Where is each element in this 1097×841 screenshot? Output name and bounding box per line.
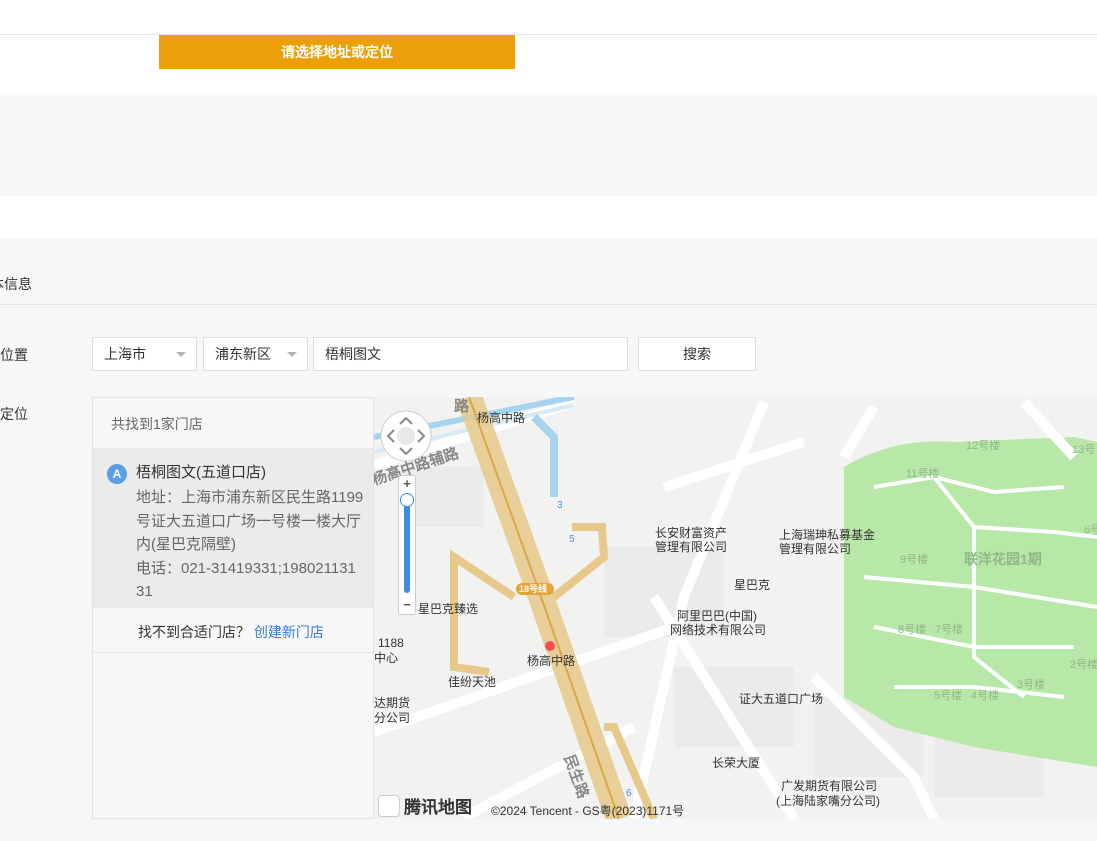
svg-text:星巴克臻选: 星巴克臻选 <box>418 602 478 616</box>
zoom-handle[interactable] <box>400 493 414 507</box>
store-details: 地址：上海市浦东新区民生路1199号证大五道口广场一号楼一楼大厅内(星巴克隔壁)… <box>136 486 364 604</box>
svg-text:11号楼: 11号楼 <box>906 466 939 480</box>
svg-text:分公司: 分公司 <box>374 711 410 725</box>
svg-text:3: 3 <box>557 500 563 511</box>
map-copyright: ©2024 Tencent - GS粤(2023)1171号 <box>491 804 685 818</box>
svg-text:佳纷天池: 佳纷天池 <box>448 675 496 689</box>
store-phone: 电话：021-31419331;19802113131 <box>136 559 356 601</box>
svg-text:阿里巴巴(中国): 阿里巴巴(中国) <box>677 608 757 623</box>
svg-text:18号线: 18号线 <box>519 583 547 594</box>
svg-text:网络技术有限公司: 网络技术有限公司 <box>670 622 766 637</box>
map-canvas[interactable]: 路 杨高中路 杨高中路辅路 18号线 长安财富资产 管理有限公司 上海瑞珅私募基… <box>374 397 1097 819</box>
svg-text:12号楼: 12号楼 <box>966 438 1000 452</box>
not-found-text: 找不到合适门店？ 创建新门店 <box>138 624 324 640</box>
svg-text:13号: 13号 <box>1072 443 1095 456</box>
svg-text:4号楼: 4号楼 <box>971 688 999 702</box>
svg-text:8号楼: 8号楼 <box>898 622 926 636</box>
svg-text:中心: 中心 <box>374 650 398 665</box>
svg-text:管理有限公司: 管理有限公司 <box>779 541 851 556</box>
svg-text:3号楼: 3号楼 <box>1017 677 1045 691</box>
info-band <box>0 94 1097 196</box>
zoom-slider[interactable]: + − <box>398 475 416 615</box>
results-count: 共找到1家门店 <box>111 416 203 432</box>
zoom-in-button[interactable]: + <box>401 476 413 491</box>
map-drawing: 路 杨高中路 杨高中路辅路 18号线 长安财富资产 管理有限公司 上海瑞珅私募基… <box>374 397 1097 819</box>
search-button[interactable]: 搜索 <box>638 337 756 371</box>
svg-text:上海瑞珅私募基金: 上海瑞珅私募基金 <box>779 527 875 542</box>
svg-text:(上海陆家嘴分公司): (上海陆家嘴分公司) <box>776 793 880 808</box>
svg-text:路: 路 <box>454 397 470 415</box>
map-location-label: 图定位 <box>0 406 28 422</box>
results-divider <box>93 607 373 608</box>
svg-text:星巴克: 星巴克 <box>734 578 770 592</box>
svg-text:5号楼: 5号楼 <box>934 688 962 702</box>
store-address: 地址：上海市浦东新区民生路1199号证大五道口广场一号楼一楼大厅内(星巴克隔壁) <box>136 489 364 553</box>
location-label: 定位置 <box>0 347 28 363</box>
map-logo-icon <box>378 794 400 817</box>
chevron-down-icon <box>287 352 297 357</box>
store-results-panel: 共找到1家门店 A 梧桐图文(五道口店) 地址：上海市浦东新区民生路1199号证… <box>92 397 374 819</box>
results-divider <box>93 652 373 653</box>
svg-text:杨高中路: 杨高中路 <box>477 410 525 425</box>
svg-text:达期货: 达期货 <box>374 695 410 710</box>
svg-text:杨高中路: 杨高中路 <box>527 653 575 668</box>
svg-text:6号: 6号 <box>1084 523 1097 536</box>
svg-text:证大五道口广场: 证大五道口广场 <box>739 692 823 706</box>
create-store-link[interactable]: 创建新门店 <box>254 624 324 640</box>
select-address-button[interactable]: 请选择地址或定位 <box>159 35 515 69</box>
city-select-value: 上海市 <box>104 346 146 362</box>
svg-text:9号楼: 9号楼 <box>900 552 928 566</box>
district-select[interactable]: 浦东新区 <box>203 337 308 371</box>
keyword-input[interactable] <box>313 337 628 371</box>
city-select[interactable]: 上海市 <box>92 337 197 371</box>
section-divider <box>0 304 1097 305</box>
svg-text:7号楼: 7号楼 <box>935 622 963 636</box>
section-title: 本信息 <box>0 276 32 292</box>
zoom-out-button[interactable]: − <box>401 597 413 612</box>
svg-text:管理有限公司: 管理有限公司 <box>655 539 727 554</box>
svg-text:长荣大厦: 长荣大厦 <box>712 756 760 770</box>
zoom-track <box>404 497 410 593</box>
svg-text:2号楼: 2号楼 <box>1070 657 1097 671</box>
svg-text:联洋花园1期: 联洋花园1期 <box>964 551 1042 567</box>
store-name: 梧桐图文(五道口店) <box>136 464 266 481</box>
svg-text:长安财富资产: 长安财富资产 <box>655 525 727 540</box>
svg-text:6: 6 <box>626 788 632 799</box>
svg-text:1188: 1188 <box>378 636 404 650</box>
tencent-map-logo: 腾讯地图 <box>378 793 472 818</box>
svg-text:广发期货有限公司: 广发期货有限公司 <box>781 778 877 793</box>
chevron-down-icon <box>176 352 186 357</box>
marker-a-icon: A <box>107 464 127 484</box>
svg-text:5: 5 <box>569 534 575 545</box>
district-select-value: 浦东新区 <box>215 346 271 362</box>
store-list-item[interactable]: A 梧桐图文(五道口店) 地址：上海市浦东新区民生路1199号证大五道口广场一号… <box>93 449 373 607</box>
